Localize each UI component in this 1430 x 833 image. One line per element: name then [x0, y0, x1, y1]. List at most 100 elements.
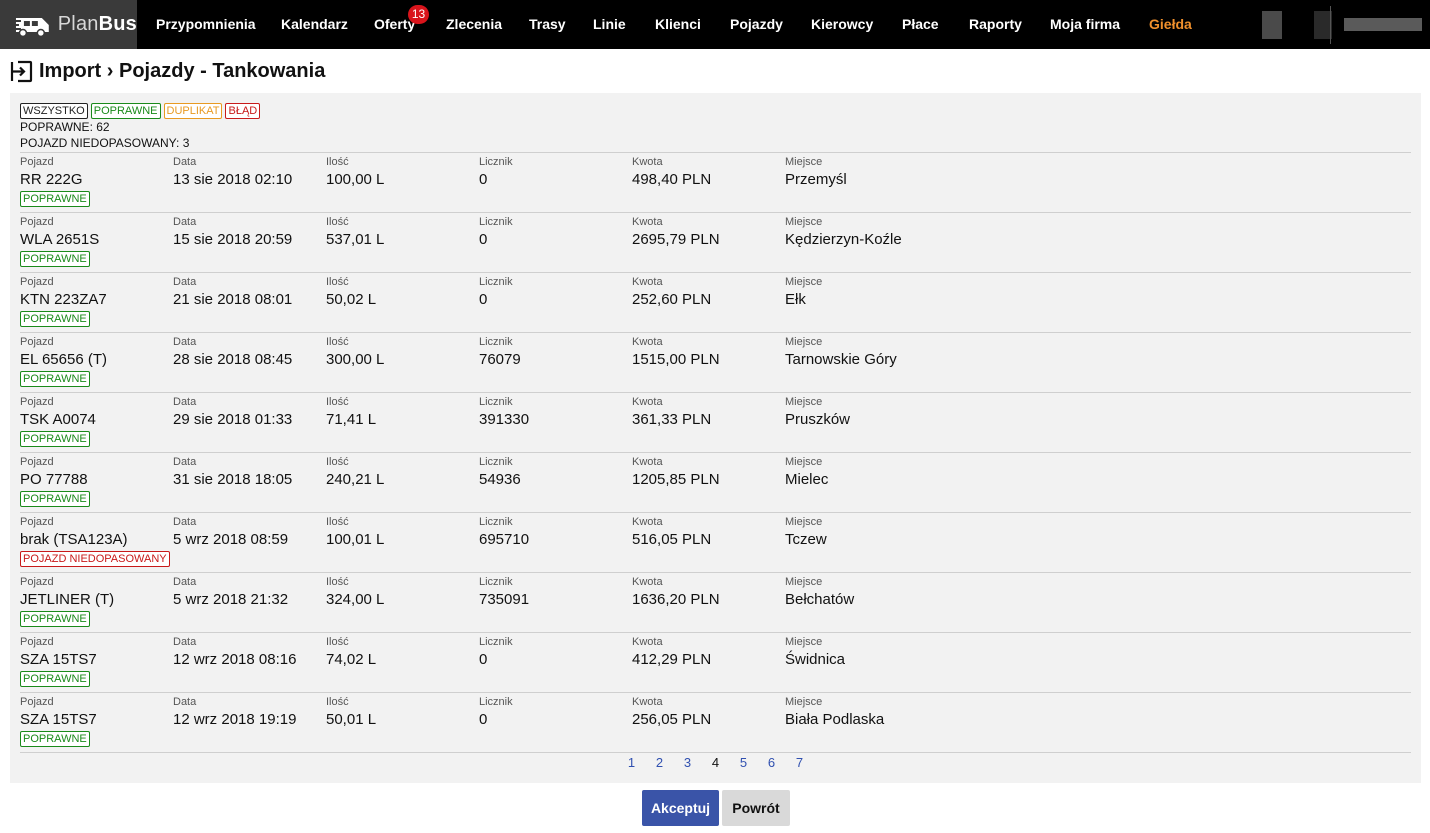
nav-item-trasy[interactable]: Trasy	[529, 0, 566, 49]
odometer-label: Licznik	[479, 636, 513, 648]
vehicle-cell: Pojazd WLA 2651S	[20, 216, 99, 250]
quantity-value: 300,00 L	[326, 351, 385, 368]
vehicle-value: SZA 15TS7	[20, 651, 97, 668]
page-link-3[interactable]: 3	[674, 755, 702, 770]
nav-item-zlecenia[interactable]: Zlecenia	[446, 0, 502, 49]
vehicle-cell: Pojazd SZA 15TS7	[20, 696, 97, 730]
vehicle-label: Pojazd	[20, 516, 54, 528]
quantity-cell: Ilość 324,00 L	[326, 576, 384, 610]
amount-value: 1515,00 PLN	[632, 351, 720, 368]
quantity-label: Ilość	[326, 636, 349, 648]
table-row: Pojazd SZA 15TS7 Data 12 wrz 2018 08:16 Iloś…	[20, 633, 1411, 693]
user-menu[interactable]	[1250, 0, 1430, 49]
date-value: 31 sie 2018 18:05	[173, 471, 293, 488]
nav-item-oferty[interactable]: Oferty	[374, 0, 415, 49]
nav-item-gielda[interactable]: Giełda	[1149, 0, 1192, 49]
date-label: Data	[173, 636, 197, 648]
place-cell: Miejsce Ełk	[785, 276, 822, 310]
vehicle-label: Pojazd	[20, 576, 54, 588]
date-value: 15 sie 2018 20:59	[173, 231, 293, 248]
avatar	[1262, 11, 1282, 39]
vehicle-value: WLA 2651S	[20, 231, 100, 248]
odometer-cell: Licznik 0	[479, 216, 513, 250]
date-cell: Data 5 wrz 2018 08:59	[173, 516, 288, 550]
place-cell: Miejsce Kędzierzyn-Koźle	[785, 216, 902, 250]
quantity-cell: Ilość 50,01 L	[326, 696, 376, 730]
planbus-logo[interactable]: PlanBus	[0, 0, 137, 49]
odometer-value: 0	[479, 651, 488, 668]
summary-ok-count: POPRAWNE: 62	[20, 120, 110, 134]
back-button[interactable]: Powrót	[722, 790, 790, 826]
page-link-1[interactable]: 1	[618, 755, 646, 770]
amount-label: Kwota	[632, 456, 663, 468]
nav-item-raporty[interactable]: Raporty	[969, 0, 1022, 49]
filter-all[interactable]: WSZYSTKO	[20, 103, 88, 119]
date-value: 28 sie 2018 08:45	[173, 351, 293, 368]
odometer-label: Licznik	[479, 696, 513, 708]
vehicle-value: JETLINER (T)	[20, 591, 115, 608]
odometer-label: Licznik	[479, 336, 513, 348]
odometer-label: Licznik	[479, 276, 513, 288]
vehicle-label: Pojazd	[20, 636, 54, 648]
nav-item-klienci[interactable]: Klienci	[655, 0, 701, 49]
amount-cell: Kwota 1205,85 PLN	[632, 456, 720, 490]
place-value: Mielec	[785, 471, 829, 488]
page-link-2[interactable]: 2	[646, 755, 674, 770]
place-label: Miejsce	[785, 636, 823, 648]
vehicle-cell: Pojazd PO 77788	[20, 456, 88, 490]
quantity-value: 50,02 L	[326, 291, 377, 308]
date-label: Data	[173, 216, 197, 228]
quantity-value: 537,01 L	[326, 231, 385, 248]
quantity-cell: Ilość 300,00 L	[326, 336, 384, 370]
page-link-7[interactable]: 7	[786, 755, 814, 770]
filter-duplicate[interactable]: DUPLIKAT	[163, 103, 223, 119]
odometer-value: 0	[479, 711, 488, 728]
table-row: Pojazd RR 222G Data 13 sie 2018 02:10 Ilość 1…	[20, 153, 1411, 213]
filter-ok[interactable]: POPRAWNE	[90, 103, 161, 119]
page-title-text: Import › Pojazdy - Tankowania	[39, 59, 326, 82]
date-label: Data	[173, 276, 197, 288]
date-value: 5 wrz 2018 08:59	[173, 531, 289, 548]
nav-item-kalendarz[interactable]: Kalendarz	[281, 0, 348, 49]
place-cell: Miejsce Pruszków	[785, 396, 850, 430]
accept-button[interactable]: Akceptuj	[642, 790, 719, 826]
page-link-5[interactable]: 5	[730, 755, 758, 770]
quantity-label: Ilość	[326, 216, 349, 228]
amount-value: 1636,20 PLN	[632, 591, 720, 608]
vehicle-label: Pojazd	[20, 456, 54, 468]
amount-cell: Kwota 361,33 PLN	[632, 396, 711, 430]
odometer-label: Licznik	[479, 216, 513, 228]
quantity-label: Ilość	[326, 456, 349, 468]
nav-item-kierowcy[interactable]: Kierowcy	[811, 0, 873, 49]
date-cell: Data 31 sie 2018 18:05	[173, 456, 292, 490]
status-badge: POPRAWNE	[20, 191, 90, 207]
date-value: 12 wrz 2018 08:16	[173, 651, 297, 668]
nav-item-place[interactable]: Płace	[902, 0, 939, 49]
table-row: Pojazd TSK A0074 Data 29 sie 2018 01:33 Iloś…	[20, 393, 1411, 453]
place-label: Miejsce	[785, 696, 823, 708]
nav-item-moja-firma[interactable]: Moja firma	[1050, 0, 1120, 49]
status-badge: POPRAWNE	[20, 731, 90, 747]
place-label: Miejsce	[785, 576, 823, 588]
page-link-6[interactable]: 6	[758, 755, 786, 770]
nav-item-pojazdy[interactable]: Pojazdy	[730, 0, 783, 49]
filter-error[interactable]: BŁĄD	[225, 103, 261, 119]
page-title: Import › Pojazdy - Tankowania	[10, 56, 325, 86]
date-label: Data	[173, 696, 197, 708]
place-value: Bełchatów	[785, 591, 855, 608]
odometer-cell: Licznik 0	[479, 276, 513, 310]
quantity-value: 100,01 L	[326, 531, 385, 548]
nav-item-przypomnienia[interactable]: Przypomnienia	[156, 0, 256, 49]
quantity-label: Ilość	[326, 336, 349, 348]
amount-cell: Kwota 498,40 PLN	[632, 156, 711, 190]
amount-label: Kwota	[632, 576, 663, 588]
place-label: Miejsce	[785, 396, 823, 408]
nav-item-linie[interactable]: Linie	[593, 0, 626, 49]
vehicle-cell: Pojazd brak (TSA123A)	[20, 516, 128, 550]
place-label: Miejsce	[785, 276, 823, 288]
place-value: Tarnowskie Góry	[785, 351, 897, 368]
refuel-table: Pojazd RR 222G Data 13 sie 2018 02:10 Ilość 1…	[20, 152, 1411, 753]
place-value: Tczew	[785, 531, 827, 548]
page-link-4[interactable]: 4	[702, 755, 730, 770]
table-row: Pojazd KTN 223ZA7 Data 21 sie 2018 08:01 Ilo…	[20, 273, 1411, 333]
